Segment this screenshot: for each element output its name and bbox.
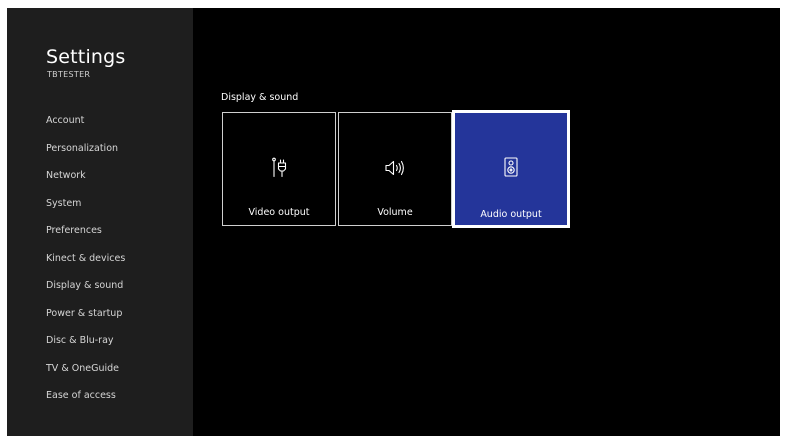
gamertag: TBTESTER [47,70,91,79]
sidebar-item-disc-bluray[interactable]: Disc & Blu-ray [7,331,193,359]
volume-tile[interactable]: Volume [338,112,452,226]
main-content: Display & sound Video output Volume Audi… [193,8,780,436]
sidebar-item-preferences[interactable]: Preferences [7,221,193,249]
sidebar-item-tv-oneguide[interactable]: TV & OneGuide [7,359,193,387]
sidebar-item-display-sound[interactable]: Display & sound [7,276,193,304]
audio-output-tile[interactable]: Audio output [452,110,570,228]
sidebar-item-account[interactable]: Account [7,111,193,139]
sidebar-item-personalization[interactable]: Personalization [7,139,193,167]
tile-label: Audio output [480,209,542,220]
sidebar-item-power-startup[interactable]: Power & startup [7,304,193,332]
video-output-tile[interactable]: Video output [222,112,336,226]
sidebar: Settings TBTESTER Account Personalizatio… [7,8,193,436]
tile-label: Video output [248,207,310,218]
sidebar-nav: Account Personalization Network System P… [7,111,193,414]
tile-label: Volume [377,207,413,218]
sidebar-item-network[interactable]: Network [7,166,193,194]
speaker-volume-icon [385,160,404,176]
page-title: Settings [46,46,126,68]
sidebar-item-system[interactable]: System [7,194,193,222]
sidebar-item-kinect-devices[interactable]: Kinect & devices [7,249,193,277]
audio-speaker-icon [504,157,518,177]
video-plug-icon [272,157,287,178]
settings-screen: Settings TBTESTER Account Personalizatio… [7,8,780,436]
sidebar-item-ease-of-access[interactable]: Ease of access [7,386,193,414]
section-title: Display & sound [221,92,299,103]
